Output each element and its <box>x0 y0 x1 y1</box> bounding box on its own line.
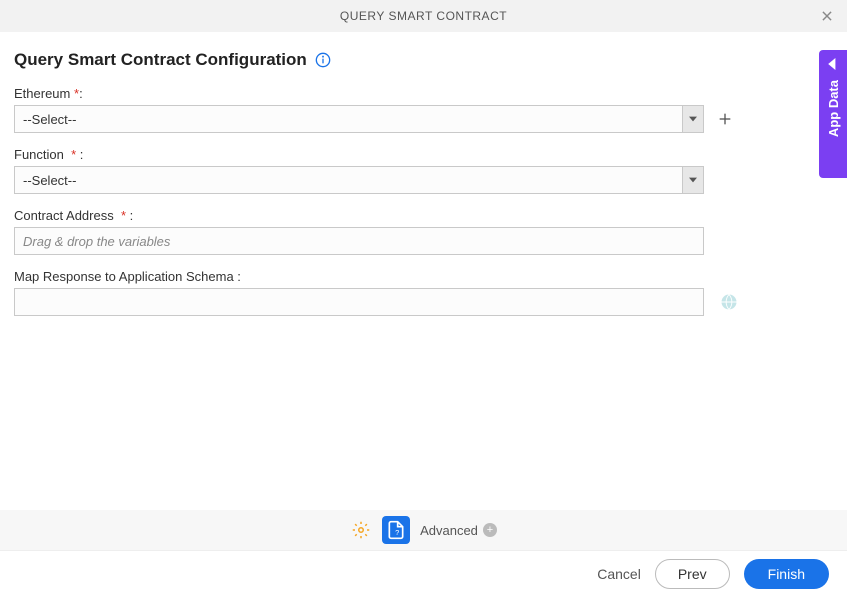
map-response-field-group: Map Response to Application Schema : <box>14 269 833 316</box>
add-ethereum-button[interactable] <box>714 108 736 130</box>
function-label: Function * : <box>14 147 833 162</box>
document-icon: ? <box>386 520 406 540</box>
plus-icon <box>717 111 733 127</box>
page-title: Query Smart Contract Configuration <box>14 50 307 70</box>
footer-actions: Cancel Prev Finish <box>0 550 847 596</box>
info-icon[interactable] <box>315 52 331 68</box>
gear-icon <box>352 521 370 539</box>
chevron-left-icon <box>827 58 839 70</box>
page-title-row: Query Smart Contract Configuration <box>14 50 833 70</box>
function-select[interactable] <box>14 166 704 194</box>
settings-button[interactable] <box>350 519 372 541</box>
finish-button[interactable]: Finish <box>744 559 829 589</box>
content-area: Query Smart Contract Configuration Ether… <box>0 32 847 316</box>
map-response-label: Map Response to Application Schema : <box>14 269 833 284</box>
advanced-label: Advanced <box>420 523 478 538</box>
document-button[interactable]: ? <box>382 516 410 544</box>
modal-header: QUERY SMART CONTRACT <box>0 0 847 32</box>
close-icon <box>820 9 834 23</box>
app-data-label: App Data <box>826 80 841 137</box>
contract-address-field-group: Contract Address * : <box>14 208 833 255</box>
modal-title: QUERY SMART CONTRACT <box>340 9 507 23</box>
ethereum-select-input[interactable] <box>14 105 704 133</box>
ethereum-select[interactable] <box>14 105 704 133</box>
close-button[interactable] <box>817 6 837 26</box>
function-select-input[interactable] <box>14 166 704 194</box>
contract-address-input[interactable] <box>14 227 704 255</box>
cancel-button[interactable]: Cancel <box>597 566 641 582</box>
bottom-toolbar: ? Advanced + <box>0 510 847 550</box>
ethereum-field-group: Ethereum *: <box>14 86 833 133</box>
function-field-group: Function * : <box>14 147 833 194</box>
advanced-toggle[interactable]: Advanced + <box>420 523 497 538</box>
map-response-input[interactable] <box>14 288 704 316</box>
svg-text:?: ? <box>395 528 399 537</box>
contract-address-label: Contract Address * : <box>14 208 833 223</box>
app-data-tab[interactable]: App Data <box>819 50 847 178</box>
ethereum-label: Ethereum *: <box>14 86 833 101</box>
prev-button[interactable]: Prev <box>655 559 730 589</box>
schema-map-icon[interactable] <box>720 293 738 311</box>
expand-icon: + <box>483 523 497 537</box>
